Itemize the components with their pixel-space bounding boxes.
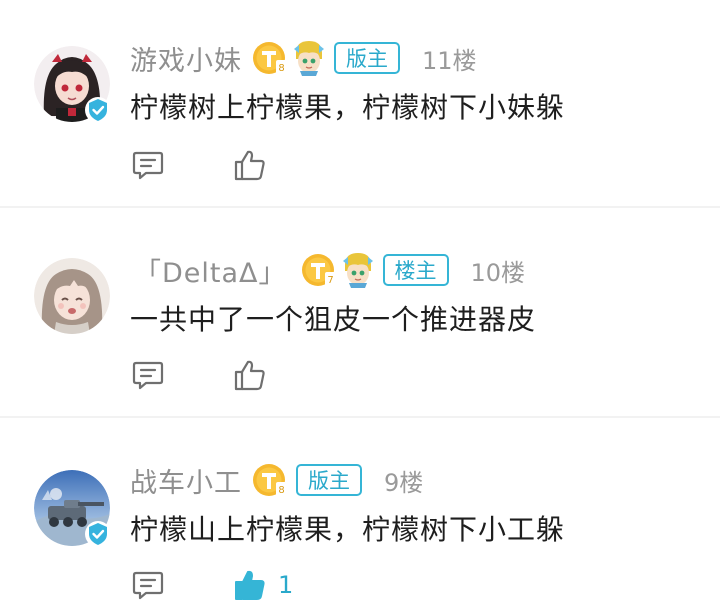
comment-text: 柠檬山上柠檬果，柠檬树下小工躲: [130, 513, 566, 546]
reply-button[interactable]: [131, 568, 165, 602]
thumbs-up-icon: [235, 570, 265, 600]
verified-check-icon: [85, 97, 111, 123]
level-number: 7: [327, 275, 333, 286]
comment-header: 「DeltaΔ」 7 楼主 10楼: [134, 250, 525, 290]
role-badge: 版主: [296, 464, 362, 496]
character-medal-icon: [341, 251, 375, 289]
floor-number: 11楼: [422, 46, 477, 75]
comment-bubble-icon: [132, 361, 164, 390]
character-medal-icon: [292, 39, 326, 77]
avatar-image: [34, 258, 110, 334]
level-number: 8: [278, 63, 284, 74]
thumbs-up-icon: [234, 360, 265, 391]
verified-check-icon: [85, 521, 111, 547]
comment-item: 「DeltaΔ」 7 楼主 10楼 一共中了一个狙皮一个推进器皮: [0, 208, 720, 416]
floor-number: 9楼: [384, 468, 424, 497]
like-count: 1: [278, 571, 294, 599]
avatar[interactable]: [34, 258, 110, 334]
comment-item: 游戏小妹 8 版主 11楼 柠檬树上柠檬果，柠檬树下小妹躲: [0, 0, 720, 206]
comment-header: 游戏小妹 8 版主 11楼: [130, 38, 477, 78]
floor-number: 10楼: [470, 258, 526, 287]
username[interactable]: 战车小工: [130, 461, 242, 500]
comment-bubble-icon: [132, 151, 164, 180]
level-coin-icon: 8: [252, 462, 288, 498]
username[interactable]: 「DeltaΔ」: [134, 251, 287, 290]
reply-button[interactable]: [131, 358, 165, 392]
comment-text: 一共中了一个狙皮一个推进器皮: [130, 303, 537, 336]
level-coin-icon: 7: [301, 252, 337, 288]
level-number: 8: [278, 485, 284, 496]
role-badge: 楼主: [382, 254, 449, 286]
thumbs-up-icon: [234, 150, 265, 181]
comment-text: 柠檬树上柠檬果，柠檬树下小妹躲: [130, 91, 566, 124]
avatar[interactable]: [34, 46, 111, 123]
avatar[interactable]: [34, 470, 111, 547]
comment-header: 战车小工 8 版主 9楼: [130, 460, 423, 500]
comment-item: 战车小工 8 版主 9楼 柠檬山上柠檬果，柠檬树下小工躲 1: [0, 418, 720, 616]
like-button[interactable]: [233, 148, 267, 182]
role-badge: 版主: [334, 42, 400, 74]
like-button[interactable]: [233, 568, 267, 602]
username[interactable]: 游戏小妹: [130, 39, 242, 78]
reply-button[interactable]: [131, 148, 165, 182]
like-button[interactable]: [233, 358, 267, 392]
level-coin-icon: 8: [252, 40, 288, 76]
comment-bubble-icon: [132, 571, 164, 600]
